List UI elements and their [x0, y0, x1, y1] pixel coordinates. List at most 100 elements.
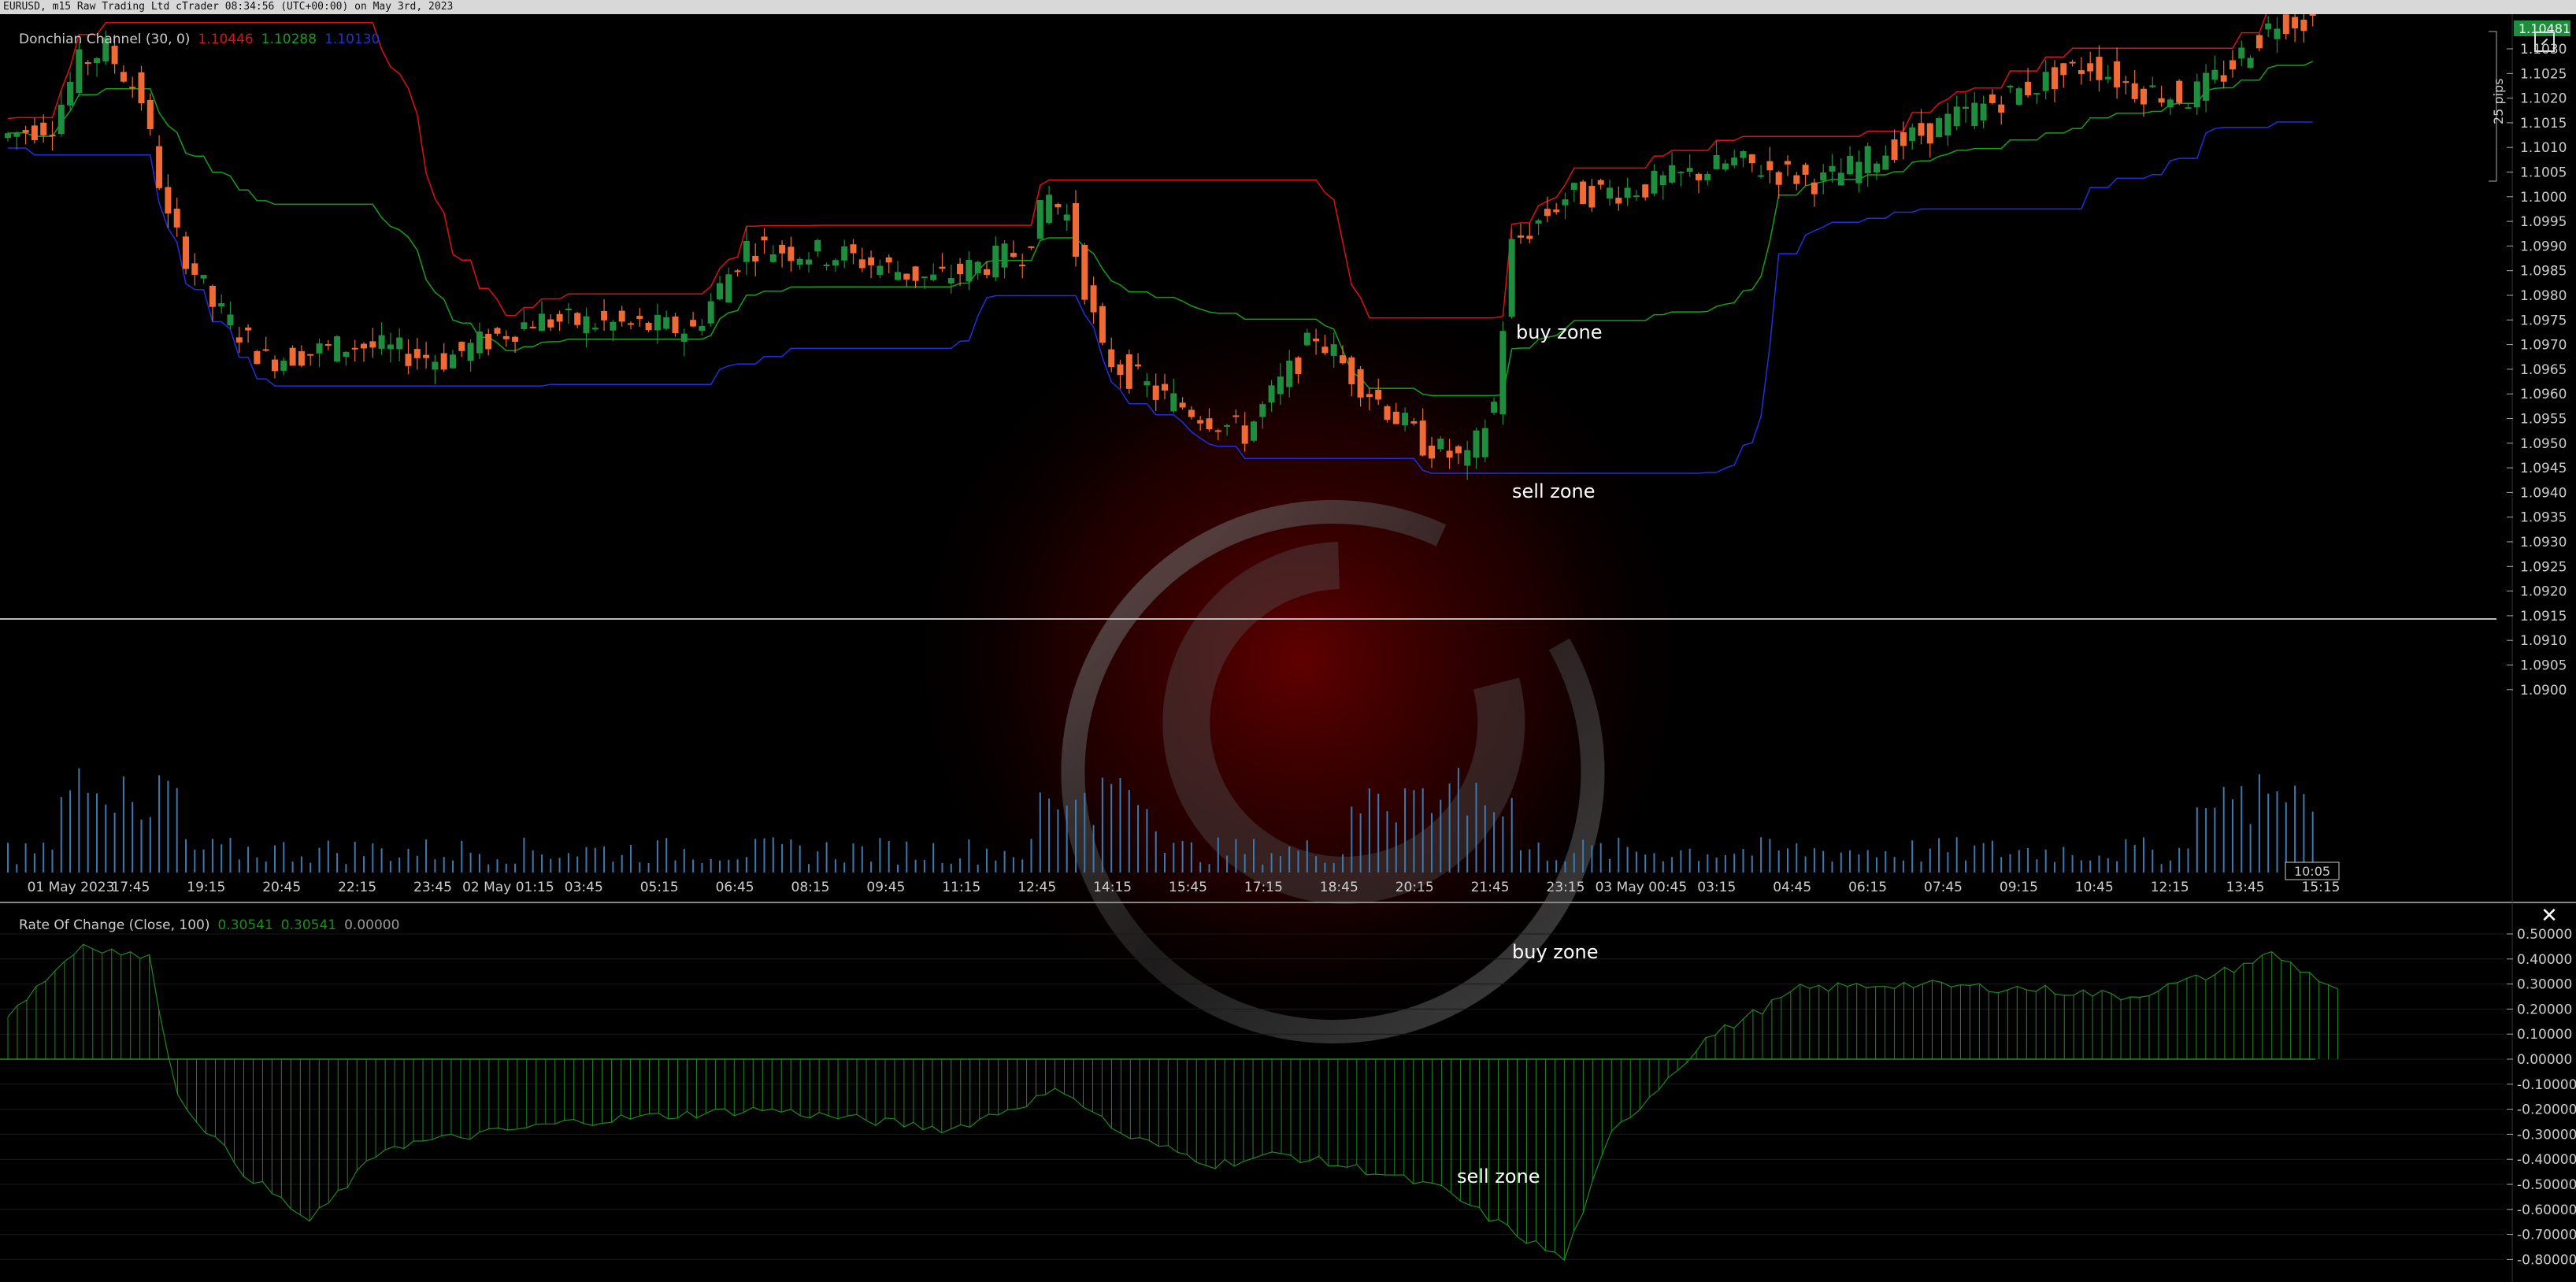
candle-body — [94, 57, 100, 64]
time-tick-label: 23:15 — [1547, 880, 1585, 895]
candle-body — [1499, 331, 1507, 415]
candle-body — [547, 319, 554, 328]
candle-body — [2087, 63, 2094, 72]
candle-body — [591, 328, 599, 330]
candle-body — [1855, 161, 1863, 183]
window-title: EURUSD, m15 Raw Trading Ltd cTrader 08:3… — [0, 0, 2576, 14]
roc-tick-label: 0.20000 — [2517, 1002, 2572, 1017]
candle-body — [966, 260, 973, 282]
candle-body — [1286, 360, 1293, 387]
candle-body — [218, 303, 225, 307]
candle-body — [1046, 195, 1053, 224]
candle-body — [1429, 445, 1435, 459]
candle-body — [1944, 113, 1951, 136]
time-tick-label: 17:15 — [1244, 880, 1283, 895]
candle-body — [1740, 150, 1747, 158]
candle-body — [324, 343, 332, 346]
candle-body — [1659, 175, 1666, 186]
candle-body — [272, 359, 278, 372]
candle-body — [628, 323, 634, 325]
candle-body — [1214, 430, 1221, 432]
candle-body — [2282, 14, 2289, 35]
candle-body — [1731, 157, 1738, 165]
candle-body — [2042, 72, 2049, 91]
candle-body — [1473, 430, 1480, 458]
candle-body — [2033, 93, 2040, 95]
candle-body — [1553, 209, 1560, 213]
candle-body — [1446, 450, 1453, 458]
time-tick-label: 12:45 — [1017, 880, 1056, 895]
candle-body — [1642, 184, 1649, 198]
candle-body — [1811, 182, 1818, 195]
candle-body — [1090, 285, 1097, 313]
time-tick-label: 04:45 — [1773, 880, 1811, 895]
trading-chart[interactable]: 1.10301.10251.10201.10151.10101.10051.10… — [0, 14, 2576, 1282]
candle-body — [1544, 209, 1551, 217]
candle-body — [556, 313, 563, 322]
donchian-legend[interactable]: Donchian Channel (30, 0) 1.10446 1.10288 1.… — [19, 31, 387, 47]
candle-body — [413, 349, 421, 358]
roc-legend[interactable]: Rate Of Change (Close, 100) 0.30541 0.3054… — [19, 917, 407, 933]
candle-body — [1686, 168, 1693, 172]
candle-body — [298, 351, 305, 366]
candle-body — [1303, 332, 1310, 346]
candle-body — [1570, 183, 1577, 191]
candle-body — [5, 133, 11, 139]
price-tick-label: 1.0920 — [2520, 584, 2567, 600]
donchian-upper-line — [7, 14, 2267, 319]
candle-body — [476, 332, 483, 354]
candle-body — [1891, 139, 1898, 160]
candle-body — [1437, 439, 1444, 450]
roc-tick-label: 0.30000 — [2517, 977, 2572, 993]
candle-body — [156, 146, 163, 188]
time-tick-label: 15:45 — [1169, 880, 1207, 895]
roc-tick-label: -0.50000 — [2517, 1177, 2576, 1193]
price-tick-label: 1.1015 — [2520, 116, 2567, 132]
candle-body — [1259, 404, 1266, 417]
candle-body — [254, 350, 261, 365]
donchian-middle-value: 1.10288 — [261, 31, 317, 47]
candle-body — [1063, 214, 1070, 220]
collapse-panel-icon[interactable] — [2534, 31, 2555, 52]
candle-body — [289, 347, 296, 366]
candle-body — [2015, 88, 2022, 106]
candle-body — [1481, 428, 1488, 458]
donchian-lower-value: 1.10130 — [324, 31, 380, 47]
candle-body — [1971, 102, 1978, 126]
candle-body — [512, 336, 519, 343]
candle-body — [1766, 161, 1774, 171]
candle-body — [1108, 349, 1115, 368]
candle-body — [1081, 244, 1088, 300]
candle-body — [610, 321, 617, 331]
price-tick-label: 1.0970 — [2520, 338, 2567, 354]
close-icon[interactable]: ✕ — [2537, 904, 2561, 928]
candle-body — [1829, 165, 1836, 172]
roc-tick-label: 0.40000 — [2517, 952, 2572, 968]
candle-body — [1508, 239, 1515, 317]
roc-axis[interactable]: 0.50000 0.40000 0.30000 0.20000 0.10000 0.000… — [2507, 927, 2576, 1268]
candle-body — [1953, 106, 1960, 127]
candle-body — [672, 316, 679, 334]
candle-body — [1963, 106, 1969, 109]
candle-body — [663, 317, 670, 329]
candle-body — [921, 276, 928, 279]
current-time-label: 10:05 — [2294, 864, 2330, 879]
candle-body — [2069, 61, 2076, 64]
time-tick-label: 03:45 — [565, 880, 603, 895]
candle-body — [494, 328, 501, 334]
time-tick-label: 12:15 — [2151, 880, 2189, 895]
candle-body — [458, 342, 465, 351]
time-tick-label: 17:45 — [111, 880, 150, 895]
candle-body — [307, 354, 314, 356]
candle-body — [1909, 127, 1916, 141]
candle-body — [378, 335, 385, 349]
candle-body — [1775, 172, 1782, 185]
roc-value-2: 0.30541 — [280, 917, 337, 933]
candle-body — [690, 320, 697, 327]
price-tick-label: 1.1025 — [2520, 66, 2567, 82]
time-tick-label: 03:15 — [1697, 880, 1736, 895]
candle-body — [1313, 338, 1320, 342]
candle-body — [1162, 383, 1168, 391]
candle-body — [2238, 47, 2245, 59]
price-axis[interactable]: 1.10301.10251.10201.10151.10101.10051.10… — [2489, 20, 2570, 698]
